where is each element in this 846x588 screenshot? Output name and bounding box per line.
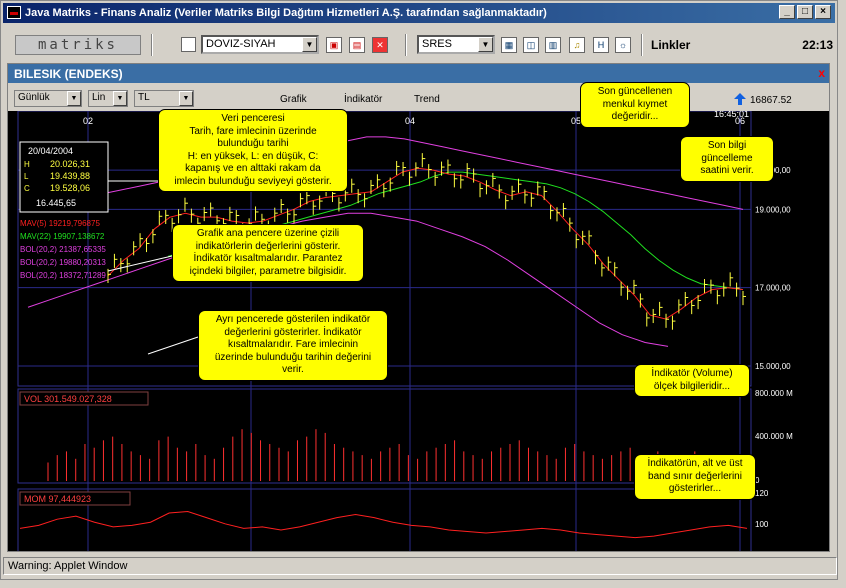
help-icon[interactable]: H	[593, 37, 609, 53]
chevron-down-icon[interactable]: ▼	[113, 91, 127, 106]
indicator-legend-item: MAV(5) 19219,796875	[20, 219, 100, 228]
momentum-axis-label: 100	[755, 520, 769, 529]
close-button[interactable]: ×	[815, 5, 831, 19]
x-tick-label: 04	[405, 116, 415, 126]
chart-panel-title: BILESIK (ENDEKS)	[14, 67, 123, 81]
last-update-time: 16:45:01	[714, 111, 749, 119]
data-window-key: L	[24, 172, 29, 181]
mom-label: MOM 97,444923	[24, 494, 91, 504]
graph-icon[interactable]: ▥	[545, 37, 561, 53]
main-toolbar: matriks DOVIZ-SIYAH ▼ ▣ ▤ ✕ SRES ▼ ▦ ◫ ▥ ♫…	[3, 30, 835, 60]
clock: 22:13	[802, 38, 833, 52]
period-select[interactable]: Günlük ▼	[14, 90, 82, 107]
matriks-logo: matriks	[15, 35, 141, 55]
data-window-date: 20/04/2004	[28, 146, 73, 156]
status-bar: Warning: Applet Window	[3, 557, 837, 575]
price-axis-label: 15.000,00	[755, 362, 791, 371]
up-arrow-icon	[734, 93, 746, 105]
x-tick-label: 02	[83, 116, 93, 126]
separate-indicator-callout: Ayrı pencerede gösterilen indikatör değe…	[198, 310, 388, 381]
data-window-value: 19.439,88	[50, 171, 90, 181]
volume-axis-label: 400.000 M	[755, 432, 793, 441]
menu-indikator[interactable]: İndikatör	[344, 94, 382, 105]
chart-icon[interactable]: ◫	[523, 37, 539, 53]
data-window-level: 16.445,65	[36, 198, 76, 208]
chevron-down-icon[interactable]: ▼	[302, 37, 317, 52]
price-axis-label: 17.000,00	[755, 284, 791, 293]
menu-grafik[interactable]: Grafik	[280, 94, 307, 105]
unit-select[interactable]: TL ▼	[134, 90, 194, 107]
momentum-axis-label: 120	[755, 489, 769, 498]
data-window-key: H	[24, 160, 30, 169]
title-bar: Java Matriks - Finans Analiz (Veriler Ma…	[3, 3, 835, 23]
data-window-value: 20.026,31	[50, 159, 90, 169]
settings-icon[interactable]: ☼	[615, 37, 631, 53]
window-title: Java Matriks - Finans Analiz (Veriler Ma…	[25, 7, 547, 19]
toolbar-separator	[405, 34, 407, 56]
app-icon	[7, 6, 21, 19]
chevron-down-icon[interactable]: ▼	[67, 91, 81, 106]
indicator-legend-item: BOL(20,2) 19880,20313	[20, 258, 106, 267]
volume-scale-callout: İndikatör (Volume) ölçek bilgileridir...	[634, 364, 750, 397]
save-icon[interactable]: ▣	[326, 37, 342, 53]
volume-axis-label: 800.000 M	[755, 389, 793, 398]
price-axis-label: 19.000,00	[755, 205, 791, 214]
momentum-line	[19, 510, 748, 539]
chart-panel: BILESIK (ENDEKS) x Günlük ▼ Lin ▼ TL ▼ Graf…	[7, 63, 830, 552]
minimize-button[interactable]: _	[779, 5, 795, 19]
data-window-key: C	[24, 184, 30, 193]
window-icon[interactable]	[181, 37, 196, 52]
callout-pointer	[147, 336, 199, 355]
toolbar-separator	[641, 34, 643, 56]
toolbar-separator	[151, 34, 153, 56]
alarm-bell-icon[interactable]: ♫	[569, 37, 585, 53]
last-update-callout: Son güncellenen menkul kıymet değeridir.…	[580, 82, 690, 128]
chevron-down-icon[interactable]: ▼	[478, 37, 493, 52]
band-scale-callout: İndikatörün, alt ve üst band sınır değer…	[634, 454, 756, 500]
print-icon[interactable]: ▤	[349, 37, 365, 53]
vol-label: VOL 301.549.027,328	[24, 394, 112, 404]
bollinger-upper-line	[27, 136, 744, 210]
app-window: Java Matriks - Finans Analiz (Veriler Ma…	[0, 0, 838, 580]
symbol-select[interactable]: SRES ▼	[417, 35, 495, 54]
menu-trend[interactable]: Trend	[414, 94, 440, 105]
data-window-callout: Veri penceresi Tarih, fare imlecinin üze…	[158, 109, 348, 192]
delete-icon[interactable]: ✕	[372, 37, 388, 53]
maximize-button[interactable]: □	[797, 5, 813, 19]
chevron-down-icon[interactable]: ▼	[179, 91, 193, 106]
chart-panel-header: BILESIK (ENDEKS) x	[8, 64, 829, 83]
panel-close-button[interactable]: x	[818, 66, 825, 80]
chart-toolbar: Günlük ▼ Lin ▼ TL ▼ Grafik İndikatör Trend …	[8, 83, 829, 111]
table-icon[interactable]: ▦	[501, 37, 517, 53]
indicator-legend-item: BOL(20,2) 18372,71289	[20, 271, 106, 280]
indicator-legend-item: BOL(20,2) 21387,65335	[20, 245, 106, 254]
last-time-callout: Son bilgi güncelleme saatini verir.	[680, 136, 774, 182]
indicator-legend-item: MAV(22) 19907,138672	[20, 232, 105, 241]
scale-select[interactable]: Lin ▼	[88, 90, 128, 107]
data-window-value: 19.528,06	[50, 183, 90, 193]
overlay-indicator-callout: Grafik ana pencere üzerine çizili indika…	[172, 224, 364, 282]
last-value: 16867.52	[750, 95, 792, 106]
currency-select[interactable]: DOVIZ-SIYAH ▼	[201, 35, 319, 54]
links-button[interactable]: Linkler	[651, 38, 690, 52]
